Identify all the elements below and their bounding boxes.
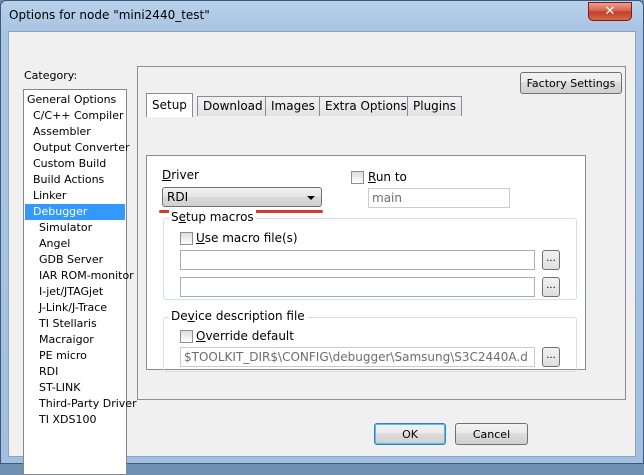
category-item-debugger[interactable]: Debugger [25, 204, 125, 220]
window-title: Options for node "mini2440_test" [9, 8, 210, 22]
category-list[interactable]: General Options C/C++ Compiler Assembler Ou… [23, 89, 137, 475]
run-to-label: Run to [368, 170, 407, 184]
category-item-ti-stellaris[interactable]: TI Stellaris [25, 316, 100, 332]
browse-macro-2-button[interactable]: ... [542, 277, 560, 297]
category-item-gdb-server[interactable]: GDB Server [25, 252, 106, 268]
category-item-ti-xds100[interactable]: TI XDS100 [25, 412, 99, 428]
browse-device-description-button[interactable]: ... [542, 347, 560, 367]
chevron-down-icon [307, 196, 315, 200]
category-label: Category: [24, 69, 78, 82]
category-item-j-link-j-trace[interactable]: J-Link/J-Trace [25, 300, 110, 316]
driver-label: Driver [162, 168, 199, 182]
tab-download[interactable]: Download [197, 96, 269, 116]
device-description-path-input[interactable]: $TOOLKIT_DIR$\CONFIG\debugger\Samsung\S3… [180, 347, 535, 367]
device-description-title: Device description file [169, 309, 307, 323]
category-item-rdi[interactable]: RDI [25, 364, 61, 380]
category-item-angel[interactable]: Angel [25, 236, 73, 252]
cancel-button[interactable]: Cancel [455, 423, 528, 445]
category-item-simulator[interactable]: Simulator [25, 220, 95, 236]
category-item-third-party-driver[interactable]: Third-Party Driver [25, 396, 140, 412]
category-item-c-c-compiler[interactable]: C/C++ Compiler [25, 108, 127, 124]
factory-settings-button[interactable]: Factory Settings [520, 72, 622, 94]
category-item-custom-build[interactable]: Custom Build [25, 156, 109, 172]
category-item-linker[interactable]: Linker [25, 188, 69, 204]
category-item-build-actions[interactable]: Build Actions [25, 172, 107, 188]
category-item-i-jet-jtagjet[interactable]: I-jet/JTAGjet [25, 284, 106, 300]
driver-select[interactable]: RDI [162, 187, 322, 207]
macro-file-input-2[interactable] [180, 277, 535, 297]
category-item-iar-rom-monitor[interactable]: IAR ROM-monitor [25, 268, 137, 284]
run-to-checkbox[interactable] [351, 171, 364, 184]
tab-extra-options[interactable]: Extra Options [319, 96, 413, 116]
ok-button[interactable]: OK [374, 423, 446, 445]
override-default-checkbox[interactable] [180, 330, 193, 343]
use-macro-checkbox[interactable] [180, 232, 193, 245]
macro-file-input-1[interactable] [180, 250, 535, 270]
title-bar: Options for node "mini2440_test" ✕ [1, 1, 643, 31]
driver-select-value: RDI [167, 190, 189, 204]
use-macro-label: Use macro file(s) [196, 231, 298, 245]
tab-images[interactable]: Images [265, 96, 321, 116]
category-item-macraigor[interactable]: Macraigor [25, 332, 97, 348]
override-default-label: Override default [196, 329, 294, 343]
tab-plugins[interactable]: Plugins [407, 96, 462, 116]
category-item-st-link[interactable]: ST-LINK [25, 380, 83, 396]
category-item-pe-micro[interactable]: PE micro [25, 348, 90, 364]
tab-setup[interactable]: Setup [146, 93, 193, 117]
category-item-assembler[interactable]: Assembler [25, 124, 94, 140]
run-to-input[interactable]: main [368, 188, 510, 208]
browse-macro-1-button[interactable]: ... [542, 250, 560, 270]
category-item-output-converter[interactable]: Output Converter [25, 140, 133, 156]
close-icon: ✕ [604, 4, 616, 19]
category-item-general-options[interactable]: General Options [25, 92, 119, 108]
close-button[interactable]: ✕ [588, 2, 632, 21]
setup-macros-title: Setup macros [169, 210, 256, 224]
